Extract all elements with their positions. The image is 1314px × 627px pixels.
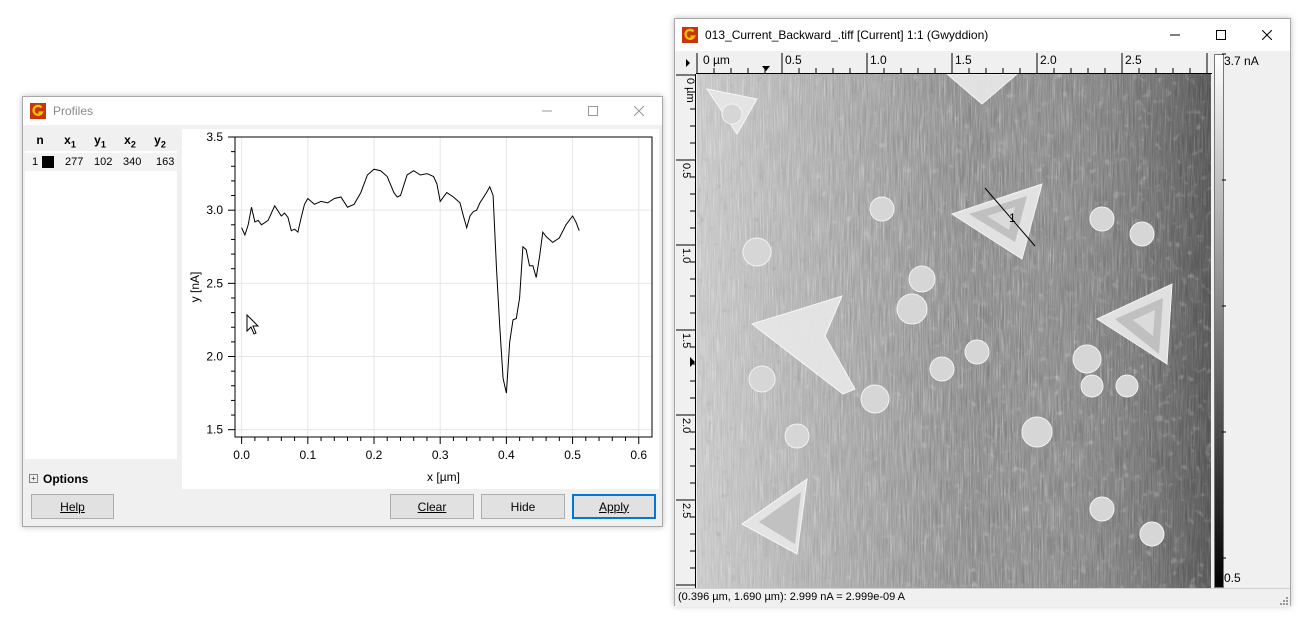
vruler-tick-label: 1.5 [680, 333, 692, 348]
apply-button[interactable]: Apply [572, 494, 656, 519]
y-tick-label: 1.5 [206, 423, 223, 437]
x-tick-label: 0.3 [432, 448, 449, 462]
graph-background [182, 129, 659, 489]
profile-line-label: 1 [1009, 211, 1016, 225]
x-axis-label: x [µm] [427, 470, 460, 484]
options-label: Options [43, 472, 89, 486]
gwyddion-app-icon [30, 103, 46, 119]
y-tick-label: 3.5 [206, 130, 223, 144]
close-icon [634, 106, 644, 116]
maximize-icon [1216, 30, 1226, 40]
triangle-right-icon [686, 59, 690, 67]
cell-y2: 163 [156, 156, 175, 168]
expand-icon: + [29, 474, 38, 483]
scale-min-label: 0.5 [1224, 571, 1241, 585]
col-header-y1[interactable]: y1 [85, 133, 115, 149]
close-button[interactable] [1244, 19, 1290, 51]
vruler-tick-label: 2.5 [680, 503, 692, 518]
clear-button[interactable]: Clear [390, 494, 474, 519]
col-header-y2[interactable]: y2 [145, 133, 175, 149]
profile-table-header: n x1 y1 x2 y2 [25, 129, 177, 151]
spm-image[interactable]: 1 [697, 74, 1211, 588]
hruler-tick-label: 1.0 [870, 53, 887, 67]
help-button[interactable]: Help [31, 494, 114, 519]
col-header-x2[interactable]: x2 [115, 133, 145, 149]
minimize-button[interactable] [1152, 19, 1198, 51]
close-icon [1262, 30, 1272, 40]
profiles-window: Profiles n x1 y1 x2 y2 1 277 102 340 163 [22, 96, 663, 527]
maximize-button[interactable] [1198, 19, 1244, 51]
minimize-button[interactable] [524, 97, 570, 125]
hruler-tick-label: 2.5 [1125, 53, 1142, 67]
profile-list: n x1 y1 x2 y2 1 277 102 340 163 [25, 129, 177, 459]
image-window: 013_Current_Backward_.tiff [Current] 1:1… [674, 18, 1291, 607]
gwyddion-app-icon [682, 27, 698, 43]
image-window-title: 013_Current_Backward_.tiff [Current] 1:1… [705, 28, 989, 42]
maximize-button[interactable] [570, 97, 616, 125]
row-number: 1 [32, 156, 39, 168]
hide-button[interactable]: Hide [481, 494, 565, 519]
profiles-titlebar[interactable]: Profiles [23, 97, 662, 125]
vruler-position-marker [690, 357, 695, 367]
close-button[interactable] [616, 97, 662, 125]
x-tick-label: 0.1 [299, 448, 316, 462]
y-axis-label: y [nA] [188, 272, 202, 303]
vruler-unit-label: 0 µm [684, 78, 696, 103]
hruler-tick-label: 0.5 [785, 53, 802, 67]
x-tick-label: 0.6 [630, 448, 647, 462]
horizontal-ruler: 0 µm 0.5 1.0 1.5 2.0 2.5 [696, 53, 1212, 74]
col-header-x1[interactable]: x1 [55, 133, 85, 149]
hruler-tick-label: 2.0 [1040, 53, 1057, 67]
minimize-icon [542, 110, 552, 112]
profiles-window-title: Profiles [53, 104, 94, 118]
x-tick-label: 0.4 [498, 448, 515, 462]
y-tick-label: 2.0 [206, 350, 223, 364]
cell-x1: 277 [65, 156, 84, 168]
cell-x2: 340 [123, 156, 142, 168]
resize-grip-icon[interactable] [1278, 595, 1288, 605]
mouse-cursor [246, 314, 260, 335]
x-tick-label: 0.0 [233, 448, 250, 462]
vertical-ruler: 0 µm 0.5 1.0 1.5 2.0 2.5 [676, 74, 696, 588]
maximize-icon [588, 106, 598, 116]
x-tick-label: 0.5 [564, 448, 581, 462]
vruler-tick-label: 0.5 [680, 163, 692, 178]
col-header-n[interactable]: n [25, 133, 55, 147]
hruler-position-marker [762, 66, 770, 71]
vruler-tick-label: 1.0 [680, 248, 692, 263]
y-tick-label: 2.5 [206, 276, 223, 290]
status-text: (0.396 µm, 1.690 µm): 2.999 nA = 2.999e-… [678, 591, 906, 603]
false-color-scale[interactable]: 3.7 nA 0.5 [1212, 52, 1290, 589]
x-tick-label: 0.2 [366, 448, 383, 462]
minimize-icon [1170, 34, 1180, 36]
scale-max-label: 3.7 nA [1224, 54, 1259, 68]
profile-graph: 0.0 0.1 0.2 0.3 0.4 0.5 0.6 1.5 2.0 2.5 3.0 3.5 x [µ… [182, 129, 659, 489]
cell-y1: 102 [94, 156, 113, 168]
image-titlebar[interactable]: 013_Current_Backward_.tiff [Current] 1:1… [675, 19, 1290, 51]
hruler-tick-label: 1.5 [955, 53, 972, 67]
vruler-tick-label: 2.0 [680, 418, 692, 433]
table-row[interactable]: 1 277 102 340 163 [25, 153, 177, 171]
status-bar: (0.396 µm, 1.690 µm): 2.999 nA = 2.999e-… [675, 588, 1290, 607]
ruler-corner-button[interactable] [676, 52, 696, 74]
y-tick-label: 3.0 [206, 203, 223, 217]
hruler-unit-label: 0 µm [703, 53, 730, 67]
profile-color-swatch[interactable] [42, 156, 54, 168]
scale-ticks [1222, 53, 1226, 559]
